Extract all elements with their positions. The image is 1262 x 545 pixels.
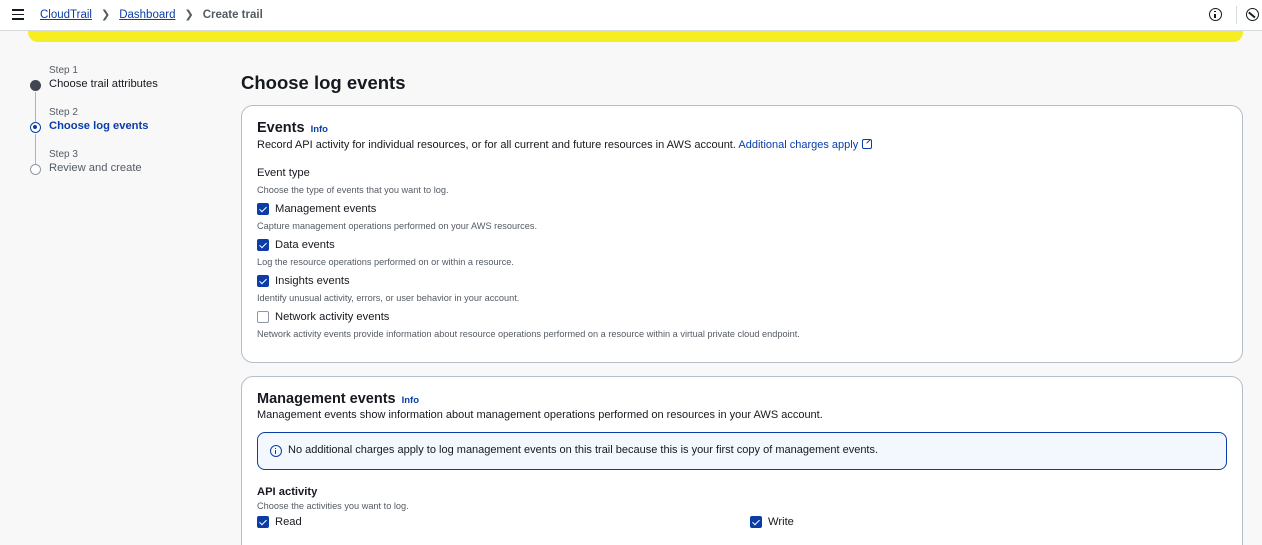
info-circle-icon: [270, 445, 282, 457]
hamburger-menu-icon[interactable]: [12, 9, 24, 20]
breadcrumb-dashboard-link[interactable]: Dashboard: [119, 9, 175, 21]
management-events-hint: Capture management operations performed …: [257, 221, 538, 231]
insights-events-checkbox[interactable]: Insights events: [257, 275, 350, 287]
insights-events-hint: Identify unusual activity, errors, or us…: [257, 293, 520, 303]
step-1-label[interactable]: Choose trail attributes: [49, 78, 158, 90]
read-checkbox[interactable]: Read: [257, 516, 302, 528]
top-navigation-bar: CloudTrail ❯ Dashboard ❯ Create trail: [0, 0, 1262, 31]
events-title-text: Events: [257, 120, 305, 136]
checkbox-checked-icon[interactable]: [257, 275, 269, 287]
additional-charges-link[interactable]: Additional charges apply: [738, 139, 873, 151]
events-info-link[interactable]: Info: [311, 124, 328, 135]
network-activity-events-hint: Network activity events provide informat…: [257, 329, 800, 339]
step-current-icon: [30, 122, 41, 133]
write-label: Write: [768, 516, 794, 528]
event-type-label: Event type: [257, 167, 310, 179]
notification-banner: [28, 31, 1243, 42]
settings-icon[interactable]: [1246, 8, 1259, 21]
page-title: Choose log events: [241, 72, 406, 93]
events-card-title: Events Info: [257, 120, 328, 136]
management-events-checkbox[interactable]: Management events: [257, 203, 376, 215]
divider: [1236, 6, 1237, 24]
step-3-label: Review and create: [49, 162, 142, 174]
api-activity-hint: Choose the activities you want to log.: [257, 501, 409, 511]
write-checkbox[interactable]: Write: [750, 516, 794, 528]
management-events-label: Management events: [275, 203, 377, 215]
data-events-hint: Log the resource operations performed on…: [257, 257, 514, 267]
data-events-checkbox[interactable]: Data events: [257, 239, 335, 251]
checkbox-checked-icon[interactable]: [257, 239, 269, 251]
breadcrumb-current: Create trail: [202, 8, 263, 21]
management-title-text: Management events: [257, 391, 396, 407]
step-connector: [35, 92, 36, 122]
management-info-link[interactable]: Info: [402, 395, 419, 406]
insights-events-label: Insights events: [275, 275, 350, 287]
management-card-title: Management events Info: [257, 391, 419, 407]
events-description: Record API activity for individual resou…: [257, 139, 873, 151]
event-type-hint: Choose the type of events that you want …: [257, 185, 449, 195]
chevron-right-icon: ❯: [100, 9, 111, 21]
additional-charges-text: Additional charges apply: [738, 139, 859, 151]
step-connector: [35, 134, 36, 164]
step-completed-icon: [30, 80, 41, 91]
checkbox-checked-icon[interactable]: [257, 203, 269, 215]
data-events-label: Data events: [275, 239, 335, 251]
step-2-label[interactable]: Choose log events: [49, 120, 148, 132]
step-pending-icon: [30, 164, 41, 175]
chevron-right-icon: ❯: [184, 9, 194, 21]
checkbox-checked-icon[interactable]: [750, 516, 762, 528]
external-link-icon: [862, 139, 873, 149]
events-card: Events Info Record API activity for indiv…: [241, 105, 1243, 363]
step-2-number: Step 2: [49, 107, 78, 118]
api-activity-label: API activity: [257, 486, 318, 498]
step-1-number: Step 1: [49, 65, 78, 76]
checkbox-checked-icon[interactable]: [257, 516, 269, 528]
read-label: Read: [275, 516, 302, 528]
checkbox-unchecked-icon[interactable]: [257, 311, 269, 323]
network-activity-events-label: Network activity events: [275, 311, 390, 323]
management-description: Management events show information about…: [257, 409, 823, 421]
step-3-number: Step 3: [49, 149, 78, 160]
events-description-text: Record API activity for individual resou…: [257, 139, 736, 151]
info-circle-icon[interactable]: [1209, 8, 1222, 21]
info-alert: No additional charges apply to log manag…: [257, 432, 1227, 470]
info-alert-text: No additional charges apply to log manag…: [288, 444, 879, 456]
management-events-card: Management events Info Management events …: [241, 376, 1243, 545]
breadcrumb: CloudTrail ❯ Dashboard ❯ Create trail: [40, 8, 263, 22]
network-activity-events-checkbox[interactable]: Network activity events: [257, 311, 389, 323]
breadcrumb-cloudtrail-link[interactable]: CloudTrail: [40, 9, 92, 21]
